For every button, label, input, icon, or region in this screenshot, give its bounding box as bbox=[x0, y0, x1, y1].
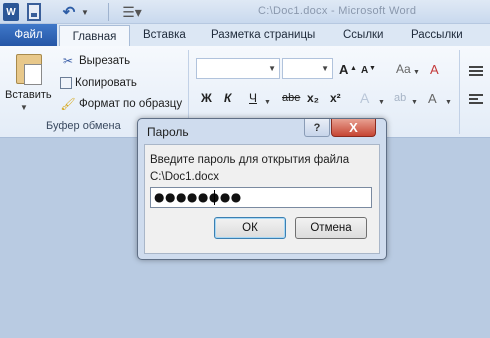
word-app-icon[interactable]: W bbox=[3, 3, 19, 21]
highlight-icon[interactable]: ab bbox=[394, 89, 406, 107]
cut-button[interactable]: ✂ Вырезать bbox=[60, 52, 130, 70]
quick-access-divider bbox=[108, 3, 109, 21]
password-input[interactable]: ●●●●●●●● bbox=[150, 187, 372, 208]
copy-icon bbox=[60, 77, 72, 89]
password-prompt: Введите пароль для открытия файла bbox=[150, 154, 350, 166]
dialog-title: Пароль bbox=[147, 125, 189, 139]
highlight-dropdown-icon[interactable]: ▼ bbox=[411, 93, 418, 111]
text-effects-icon[interactable]: A bbox=[360, 89, 369, 107]
save-icon[interactable] bbox=[27, 3, 41, 21]
clear-formatting-icon[interactable]: A bbox=[430, 60, 439, 78]
font-color-icon[interactable]: A bbox=[428, 89, 437, 107]
align-left-icon[interactable] bbox=[468, 90, 484, 108]
close-button[interactable]: X bbox=[331, 119, 376, 137]
file-path-label: C:\Doc1.docx bbox=[150, 171, 220, 183]
change-case-icon[interactable]: Aa bbox=[396, 60, 411, 78]
bold-icon[interactable]: Ж bbox=[201, 89, 212, 107]
paste-dropdown-icon[interactable]: ▼ bbox=[20, 103, 28, 112]
grow-font-arrow-icon: ▲ bbox=[350, 64, 357, 72]
tab-mailings[interactable]: Рассылки bbox=[411, 24, 463, 46]
title-bar: W ↶ ▼ ☰▾ С:\Doc1.docx - Microsoft Word bbox=[0, 0, 490, 24]
copy-label: Копировать bbox=[75, 77, 137, 89]
italic-icon[interactable]: К bbox=[224, 89, 231, 107]
undo-icon[interactable]: ↶ bbox=[58, 3, 80, 21]
tab-references[interactable]: Ссылки bbox=[343, 24, 384, 46]
cancel-button[interactable]: Отмена bbox=[295, 217, 367, 239]
font-name-combobox[interactable]: ▼ bbox=[196, 58, 280, 79]
format-painter-label: Формат по образцу bbox=[79, 98, 183, 110]
text-effects-dropdown-icon[interactable]: ▼ bbox=[378, 93, 385, 111]
cut-label: Вырезать bbox=[79, 55, 131, 67]
format-painter-icon: 🖌 bbox=[60, 97, 76, 111]
shrink-font-icon[interactable]: A bbox=[361, 61, 368, 79]
paste-icon[interactable] bbox=[16, 54, 42, 85]
help-button[interactable]: ? bbox=[304, 119, 330, 137]
subscript-icon[interactable]: x₂ bbox=[307, 89, 319, 107]
change-case-dropdown-icon[interactable]: ▼ bbox=[413, 63, 420, 81]
ribbon-tabs: Файл Главная Вставка Разметка страницы С… bbox=[0, 24, 490, 47]
paste-button-label[interactable]: Вставить bbox=[5, 89, 52, 101]
scissors-icon: ✂ bbox=[62, 54, 74, 68]
dialog-body: Введите пароль для открытия файла C:\Doc… bbox=[144, 144, 380, 254]
font-size-combobox[interactable]: ▼ bbox=[282, 58, 333, 79]
clipboard-group-label: Буфер обмена bbox=[46, 120, 121, 132]
document-title: С:\Doc1.docx - Microsoft Word bbox=[258, 5, 417, 17]
text-caret bbox=[214, 190, 215, 205]
password-dialog: Пароль ? X Введите пароль для открытия ф… bbox=[137, 118, 387, 260]
strikethrough-icon[interactable]: abe bbox=[282, 89, 300, 107]
tab-file[interactable]: Файл bbox=[0, 24, 57, 46]
tab-insert[interactable]: Вставка bbox=[143, 24, 186, 46]
customize-quick-access-icon[interactable]: ☰▾ bbox=[121, 3, 143, 21]
tab-page-layout[interactable]: Разметка страницы bbox=[211, 24, 315, 46]
undo-dropdown-icon[interactable]: ▼ bbox=[80, 3, 90, 21]
tab-home[interactable]: Главная bbox=[59, 25, 130, 47]
ok-button[interactable]: ОК bbox=[214, 217, 286, 239]
shrink-font-arrow-icon: ▼ bbox=[369, 64, 376, 72]
format-painter-button[interactable]: 🖌 Формат по образцу bbox=[60, 95, 182, 113]
superscript-icon[interactable]: x² bbox=[330, 89, 341, 107]
grow-font-icon[interactable]: A bbox=[339, 60, 348, 78]
font-color-dropdown-icon[interactable]: ▼ bbox=[445, 93, 452, 111]
underline-dropdown-icon[interactable]: ▼ bbox=[264, 93, 271, 111]
ribbon-divider bbox=[459, 50, 460, 134]
underline-icon[interactable]: Ч bbox=[249, 89, 257, 107]
copy-button[interactable]: Копировать bbox=[60, 74, 137, 92]
bullets-icon[interactable] bbox=[468, 62, 484, 80]
